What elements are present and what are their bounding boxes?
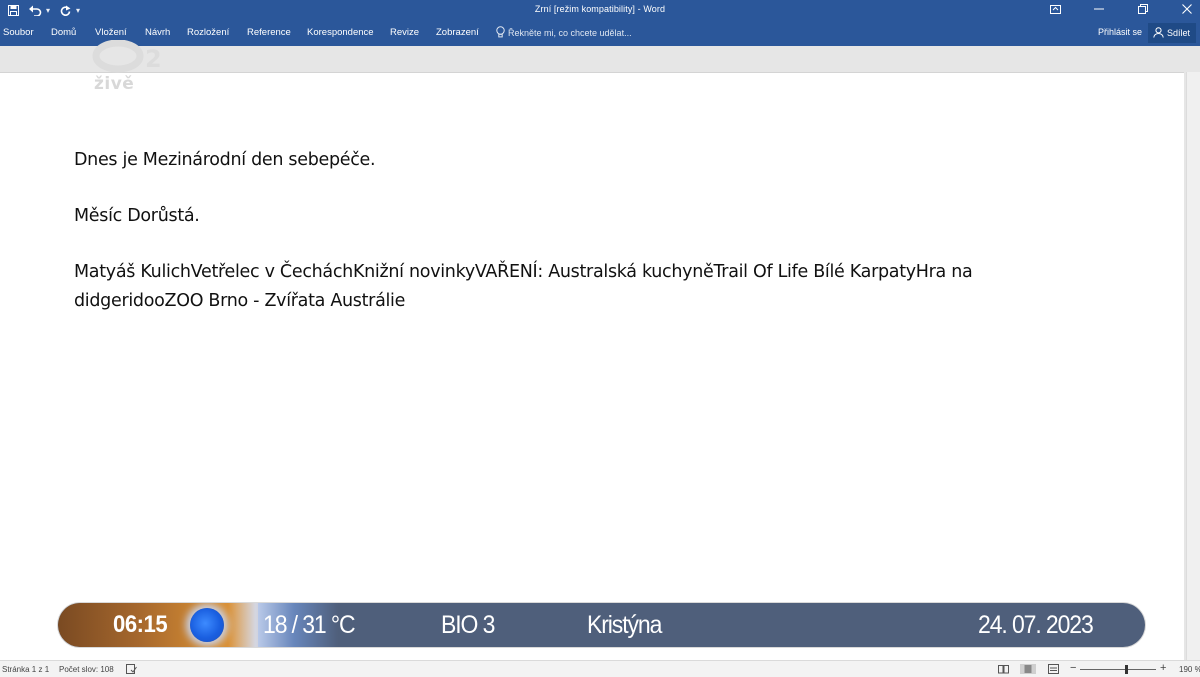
weather-sun-icon	[190, 608, 224, 642]
ribbon-display-options-icon[interactable]	[1048, 2, 1062, 16]
svg-text:2: 2	[145, 45, 162, 73]
tab-references[interactable]: Reference	[247, 27, 291, 38]
read-mode-icon[interactable]	[998, 664, 1009, 674]
doc-paragraph-1: Dnes je Mezinárodní den sebepéče.	[74, 150, 376, 170]
tab-layout[interactable]: Rozložení	[187, 27, 229, 38]
tab-home[interactable]: Domů	[51, 27, 76, 38]
zoom-slider-thumb[interactable]	[1125, 665, 1128, 674]
tab-file[interactable]: Soubor	[3, 27, 34, 38]
window-title: Zrní [režim kompatibility] - Word	[534, 4, 666, 14]
window-controls	[1048, 2, 1194, 16]
watermark-text: živě	[94, 74, 135, 94]
web-layout-icon[interactable]	[1048, 664, 1059, 674]
ticker-channel: BIO 3	[441, 611, 495, 639]
zoom-in-icon[interactable]: +	[1160, 662, 1166, 674]
zoom-level[interactable]: 190 %	[1179, 665, 1200, 674]
sign-in-link[interactable]: Přihlásit se	[1098, 27, 1142, 37]
tab-mailings[interactable]: Korespondence	[307, 27, 374, 38]
tab-insert[interactable]: Vložení	[95, 27, 127, 38]
channel-logo-watermark: 2 živě	[90, 39, 170, 96]
title-bar: ▾ ▾ Zrní [režim kompatibility] - Word	[0, 0, 1200, 21]
tell-me-text: Řekněte mi, co chcete udělat...	[508, 28, 632, 38]
doc-paragraph-3: Matyáš KulichVetřelec v ČecháchKnižní no…	[74, 262, 973, 311]
page-indicator[interactable]: Stránka 1 z 1	[2, 665, 49, 674]
ticker-date: 24. 07. 2023	[978, 611, 1094, 639]
ribbon-tabs: Soubor Domů Vložení Návrh Rozložení Refe…	[0, 21, 1200, 46]
lightbulb-icon	[496, 26, 505, 40]
ticker-name-day: Kristýna	[587, 611, 662, 639]
ticker-temperature: 18 / 31 °C	[263, 611, 356, 639]
tv-info-ticker: 06:15 18 / 31 °C BIO 3 Kristýna 24. 07. …	[58, 603, 1145, 647]
print-layout-icon[interactable]	[1020, 664, 1036, 674]
minimize-icon[interactable]	[1092, 2, 1106, 16]
share-button[interactable]: Sdílet	[1148, 23, 1196, 43]
ticker-time: 06:15	[113, 611, 168, 638]
zoom-slider[interactable]	[1080, 669, 1156, 670]
vertical-scrollbar[interactable]	[1186, 72, 1200, 660]
tell-me-search[interactable]: Řekněte mi, co chcete udělat...	[496, 26, 632, 40]
restore-icon[interactable]	[1136, 2, 1150, 16]
word-count[interactable]: Počet slov: 108	[59, 665, 114, 674]
share-label: Sdílet	[1167, 28, 1191, 38]
doc-paragraph-2: Měsíc Dorůstá.	[74, 206, 200, 226]
tab-review[interactable]: Revize	[390, 27, 419, 38]
status-bar: Stránka 1 z 1 Počet slov: 108 − + 190 %	[0, 660, 1200, 677]
tab-view[interactable]: Zobrazení	[436, 27, 479, 38]
zoom-out-icon[interactable]: −	[1070, 662, 1076, 674]
proofing-icon[interactable]	[126, 664, 137, 674]
tab-design[interactable]: Návrh	[145, 27, 170, 38]
person-icon	[1153, 26, 1164, 40]
close-icon[interactable]	[1180, 2, 1194, 16]
